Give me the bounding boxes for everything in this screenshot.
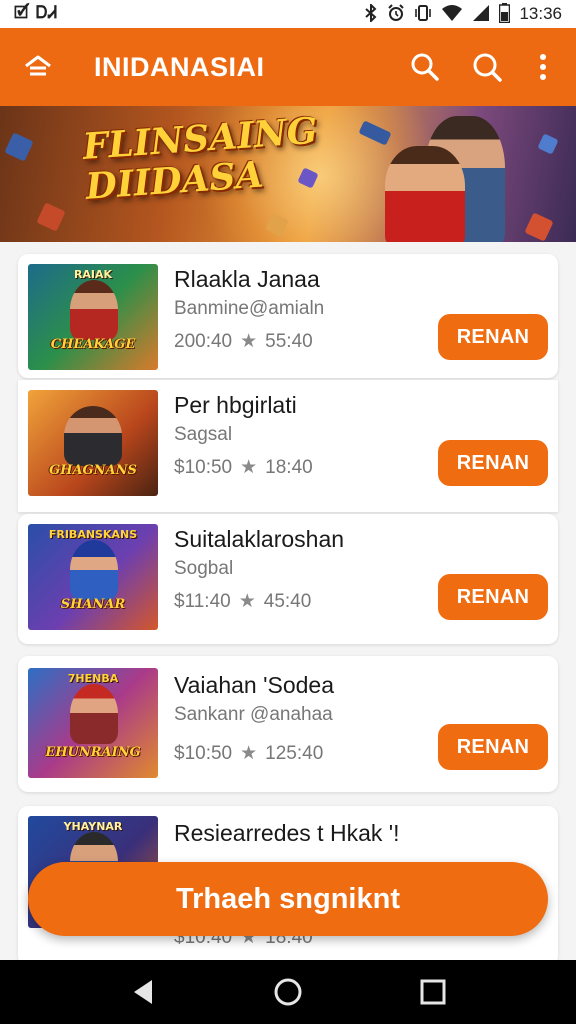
item-price: 200:40 (174, 330, 233, 352)
item-thumbnail[interactable]: GHAGNANS (28, 390, 158, 496)
status-left: 🗹 ᎠᏗ (14, 0, 58, 29)
thumb-label: CHEAKAGE (50, 337, 136, 352)
item-rating: 125:40 (265, 742, 324, 764)
bluetooth-icon (364, 2, 378, 25)
nav-recents-button[interactable] (405, 964, 461, 1020)
item-action-button[interactable]: RENAN (438, 440, 548, 486)
status-right: 13:36 (364, 2, 562, 26)
home-button[interactable] (16, 45, 60, 89)
primary-action-button[interactable]: Trhaeh sngniknt (28, 862, 548, 936)
back-icon (133, 980, 152, 1004)
item-price: $10:50 (174, 456, 233, 478)
item-thumbnail[interactable]: 7HENBA EHUNRAING (28, 668, 158, 778)
alarm-icon (387, 3, 405, 25)
item-thumbnail[interactable]: FRIBANSKANS SHANAR (28, 524, 158, 630)
item-subtitle: Sankanr @anahaa (174, 704, 333, 725)
wifi-icon (441, 4, 463, 25)
banner-cube (524, 212, 554, 242)
star-icon: ★ (240, 457, 258, 478)
banner-cube (36, 202, 66, 232)
item-title: Per hbgirlati (174, 392, 297, 418)
status-bar: 🗹 ᎠᏗ 13:36 (0, 0, 576, 28)
screen: 🗹 ᎠᏗ 13:36 INIDANASIAI FLINSAING DIIDASA… (0, 0, 576, 1024)
item-subtitle: Sogbal (174, 558, 234, 579)
thumb-top-label: YHAYNAR (63, 820, 123, 833)
search-button[interactable] (400, 42, 450, 92)
item-subtitle: Sagsal (174, 424, 233, 445)
list-item[interactable]: 7HENBA EHUNRAING Vaiahan 'Sodea Sankanr … (18, 656, 558, 792)
list-item[interactable]: RAIAK CHEAKAGE Rlaakla Janaa Banmine@ami… (18, 254, 558, 378)
app-title: INIDANASIAI (94, 51, 265, 82)
item-thumbnail[interactable]: RAIAK CHEAKAGE (28, 264, 158, 370)
item-rating: 45:40 (263, 590, 312, 612)
item-action-button[interactable]: RENAN (438, 724, 548, 770)
banner-cube (537, 133, 559, 155)
home-circle-icon (274, 978, 302, 1006)
status-time: 13:36 (519, 4, 562, 23)
home-icon (25, 55, 51, 76)
list-item[interactable]: GHAGNANS Per hbgirlati Sagsal $10:50 ★ 1… (18, 380, 558, 512)
star-icon: ★ (238, 591, 256, 612)
item-title: Resiearredes t Hkak '! (174, 820, 400, 846)
thumb-top-label: 7HENBA (67, 672, 119, 685)
search-button-secondary[interactable] (462, 42, 512, 92)
status-left-text: 🗹 ᎠᏗ (14, 2, 59, 22)
vibrate-icon (414, 4, 432, 25)
search-icon (473, 53, 502, 82)
item-title: Vaiahan 'Sodea (174, 672, 334, 698)
app-bar: INIDANASIAI (0, 28, 576, 106)
thumb-top-label: FRIBANSKANS (48, 528, 138, 541)
item-action-button[interactable]: RENAN (438, 314, 548, 360)
item-price: $10:50 (174, 742, 233, 764)
battery-icon (499, 2, 511, 26)
thumb-label: GHAGNANS (49, 463, 137, 478)
item-title: Rlaakla Janaa (174, 266, 320, 292)
promo-banner[interactable]: FLINSAING DIIDASA (0, 106, 576, 242)
thumb-character (70, 280, 118, 340)
item-action-button[interactable]: RENAN (438, 574, 548, 620)
item-price: $11:40 (174, 590, 231, 612)
list-item[interactable]: FRIBANSKANS SHANAR Suitalaklaroshan Sogb… (18, 514, 558, 644)
banner-cube (4, 132, 34, 162)
search-icon (411, 53, 439, 81)
more-vertical-icon (540, 54, 546, 80)
item-meta: $11:40 ★ 45:40 (174, 590, 311, 613)
item-rating: 55:40 (265, 330, 313, 352)
item-meta: 200:40 ★ 55:40 (174, 330, 313, 353)
thumb-character (64, 406, 122, 466)
nav-home-button[interactable] (260, 964, 316, 1020)
item-subtitle: Banmine@amialn (174, 298, 325, 319)
thumb-top-label: RAIAK (73, 268, 113, 281)
thumb-character (70, 540, 118, 600)
item-title: Suitalaklaroshan (174, 526, 345, 552)
system-nav-bar (0, 960, 576, 1024)
banner-hero-front (385, 146, 465, 242)
thumb-label: SHANAR (60, 597, 126, 612)
thumb-character (70, 684, 118, 744)
item-rating: 18:40 (265, 456, 313, 478)
nav-back-button[interactable] (115, 964, 171, 1020)
banner-title: FLINSAING DIIDASA (81, 110, 318, 208)
star-icon: ★ (240, 331, 258, 352)
star-icon: ★ (240, 743, 258, 764)
signal-icon (472, 4, 490, 25)
item-meta: $10:50 ★ 125:40 (174, 742, 323, 765)
thumb-label: EHUNRAING (45, 745, 141, 760)
item-meta: $10:50 ★ 18:40 (174, 456, 313, 479)
more-options-button[interactable] (526, 42, 560, 92)
recents-icon (420, 979, 446, 1005)
